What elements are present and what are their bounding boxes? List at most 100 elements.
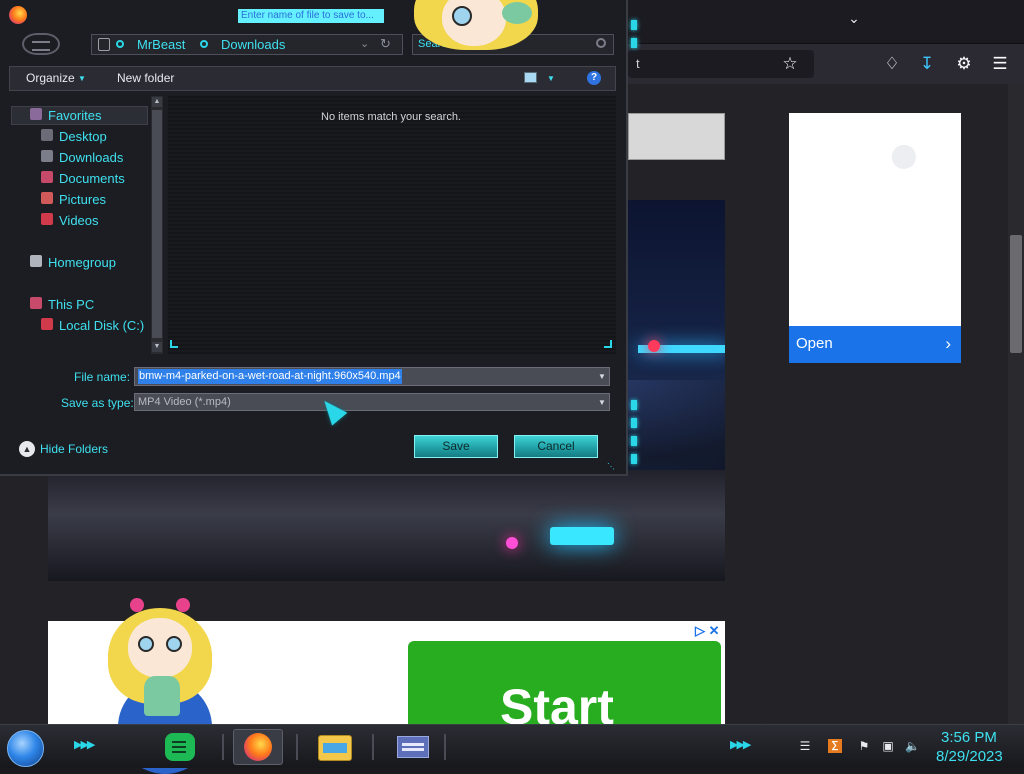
tray-app-icon[interactable]: ∑ bbox=[828, 739, 842, 753]
breadcrumb-mrbeast[interactable]: MrBeast bbox=[137, 37, 185, 52]
chevron-down-icon[interactable]: ▼ bbox=[547, 74, 555, 83]
downloads-folder-icon bbox=[41, 150, 53, 162]
menu-icon[interactable]: ☰ bbox=[988, 52, 1012, 76]
ad-open-button[interactable]: Open › bbox=[789, 326, 961, 363]
network-icon[interactable]: ▣ bbox=[881, 739, 895, 753]
file-name-label: File name: bbox=[74, 370, 131, 384]
nav-scroll-thumb[interactable] bbox=[152, 110, 162, 338]
search-icon[interactable] bbox=[596, 38, 606, 48]
taskbar-separator bbox=[444, 734, 446, 760]
breadcrumb-separator-icon bbox=[116, 40, 124, 48]
chevron-up-icon[interactable]: ▲ bbox=[19, 441, 35, 457]
mascot-sticker-top bbox=[414, 0, 538, 56]
hide-folders-button[interactable]: Hide Folders bbox=[40, 442, 108, 456]
mascot-sticker bbox=[108, 598, 212, 724]
new-folder-button[interactable]: New folder bbox=[117, 71, 174, 85]
frame-decoration bbox=[631, 436, 637, 446]
frame-decoration bbox=[631, 454, 637, 464]
taskbar-separator bbox=[222, 734, 224, 760]
ad-watermark: ● bbox=[876, 140, 939, 174]
taskbar-decoration: ▶▶▶ bbox=[730, 739, 751, 751]
show-hidden-icons-icon[interactable]: ☰ bbox=[798, 739, 812, 753]
breadcrumb-separator-icon bbox=[200, 40, 208, 48]
frame-decoration bbox=[631, 20, 637, 30]
video-road bbox=[48, 470, 725, 581]
nav-documents[interactable]: Documents bbox=[59, 171, 125, 186]
refresh-icon[interactable]: ↻ bbox=[380, 36, 391, 52]
window-icon bbox=[397, 736, 429, 758]
videos-folder-icon bbox=[41, 213, 53, 225]
resize-grip-icon[interactable]: ⋱ bbox=[607, 462, 615, 471]
save-type-label: Save as type: bbox=[61, 396, 134, 410]
clock-time[interactable]: 3:56 PM bbox=[941, 729, 997, 746]
page-scrollbar[interactable] bbox=[1008, 84, 1024, 724]
nav-this-pc[interactable]: This PC bbox=[48, 297, 94, 312]
mascot-horn bbox=[176, 598, 190, 612]
scroll-up-icon[interactable]: ▲ bbox=[152, 97, 162, 107]
video-car-light bbox=[550, 527, 614, 545]
mascot-horn bbox=[130, 598, 144, 612]
page-image-placeholder bbox=[628, 113, 725, 160]
notes-icon bbox=[165, 733, 195, 761]
mascot-eye bbox=[452, 6, 472, 26]
nav-favorites[interactable]: Favorites bbox=[48, 108, 101, 123]
help-icon[interactable]: ? bbox=[587, 71, 601, 85]
volume-icon[interactable]: 🔈 bbox=[905, 739, 920, 753]
frame-decoration bbox=[631, 418, 637, 428]
mascot-object bbox=[502, 2, 532, 24]
ad-choices-icon[interactable]: ▷ ✕ bbox=[695, 623, 720, 639]
taskbar-separator bbox=[296, 734, 298, 760]
organize-menu[interactable]: Organize bbox=[26, 71, 75, 85]
mascot-dress bbox=[144, 676, 180, 716]
page-scroll-thumb[interactable] bbox=[1010, 235, 1022, 353]
list-corner-decoration bbox=[604, 340, 612, 348]
cancel-button[interactable]: Cancel bbox=[514, 435, 598, 458]
mascot-eye bbox=[166, 636, 182, 652]
chevron-down-icon[interactable]: ⌄ bbox=[360, 37, 369, 50]
url-text: t bbox=[636, 56, 640, 71]
nav-homegroup[interactable]: Homegroup bbox=[48, 255, 116, 270]
file-list[interactable] bbox=[168, 96, 616, 354]
nav-local-disk[interactable]: Local Disk (C:) bbox=[59, 318, 144, 333]
chevron-down-icon[interactable]: ▼ bbox=[598, 372, 606, 381]
local-disk-icon bbox=[41, 318, 53, 330]
frame-decoration bbox=[631, 38, 637, 48]
taskbar-separator bbox=[372, 734, 374, 760]
nav-desktop[interactable]: Desktop bbox=[59, 129, 107, 144]
homegroup-icon bbox=[30, 255, 42, 267]
bookmark-star-icon[interactable]: ☆ bbox=[778, 52, 802, 76]
breadcrumb-downloads[interactable]: Downloads bbox=[221, 37, 285, 52]
clock-date[interactable]: 8/29/2023 bbox=[936, 748, 1003, 765]
empty-message: No items match your search. bbox=[321, 111, 461, 123]
nav-downloads[interactable]: Downloads bbox=[59, 150, 123, 165]
flag-icon[interactable]: ⚑ bbox=[857, 739, 871, 753]
desktop-icon bbox=[41, 129, 53, 141]
dialog-title: Enter name of file to save to... bbox=[238, 9, 384, 23]
download-icon[interactable]: ↧ bbox=[915, 52, 939, 76]
chevron-down-icon[interactable]: ▼ bbox=[598, 398, 606, 407]
chevron-down-icon[interactable]: ▼ bbox=[78, 74, 86, 83]
video-pink-light bbox=[506, 537, 518, 549]
nav-videos[interactable]: Videos bbox=[59, 213, 99, 228]
window-ornament bbox=[22, 33, 60, 55]
scroll-down-icon[interactable]: ▼ bbox=[152, 342, 162, 352]
chevron-right-icon: › bbox=[945, 334, 951, 353]
nav-pictures[interactable]: Pictures bbox=[59, 192, 106, 207]
mascot-eye bbox=[138, 636, 154, 652]
start-orb-icon[interactable] bbox=[7, 730, 44, 767]
firefox-icon bbox=[9, 6, 27, 24]
file-name-value[interactable]: bmw-m4-parked-on-a-wet-road-at-night.960… bbox=[138, 369, 402, 384]
folder-icon bbox=[98, 38, 110, 51]
view-options-icon[interactable] bbox=[524, 72, 537, 83]
explorer-icon bbox=[318, 735, 352, 761]
chevron-down-icon[interactable]: ⌄ bbox=[842, 10, 866, 32]
extensions-icon[interactable]: ⚙ bbox=[952, 52, 976, 76]
mascot-face bbox=[128, 618, 192, 678]
pocket-icon[interactable]: ♢ bbox=[880, 52, 904, 76]
documents-folder-icon bbox=[41, 171, 53, 183]
this-pc-icon bbox=[30, 297, 42, 309]
video-red-light bbox=[648, 340, 660, 352]
firefox-icon bbox=[244, 733, 272, 761]
save-button[interactable]: Save bbox=[414, 435, 498, 458]
list-corner-decoration bbox=[170, 340, 178, 348]
